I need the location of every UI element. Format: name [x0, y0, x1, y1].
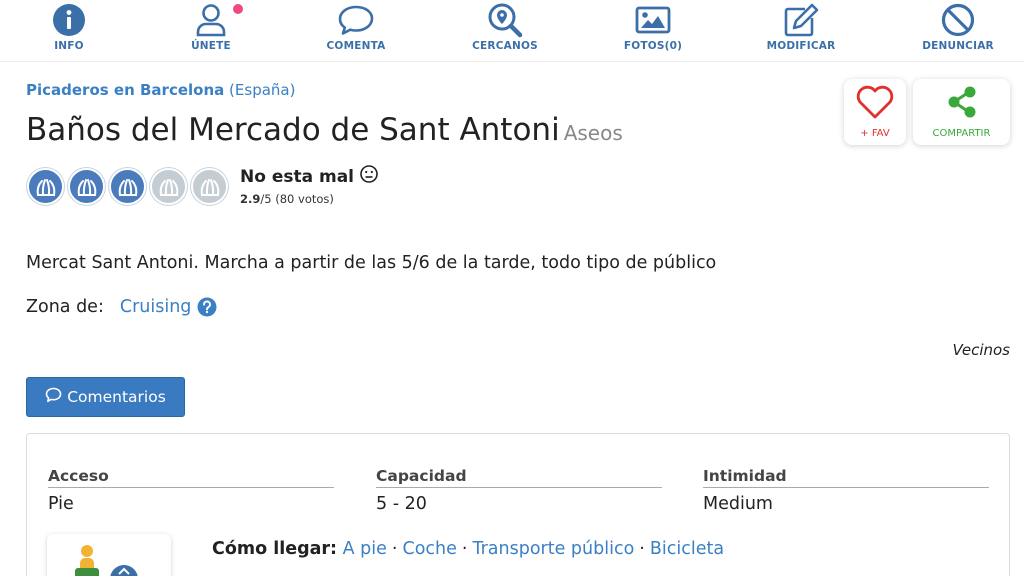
- info-value-intimidad: Medium: [703, 494, 773, 514]
- directions-label: Cómo llegar:: [212, 539, 338, 559]
- user-icon: [195, 0, 227, 40]
- speech-bubble-icon: [338, 0, 374, 40]
- neutral-face-icon: [360, 165, 378, 188]
- search-location-icon: [487, 0, 523, 40]
- comments-button[interactable]: Comentarios: [26, 377, 185, 417]
- edit-icon: [783, 0, 819, 40]
- vecinos-label: Vecinos: [952, 341, 1010, 359]
- info-card: Acceso Pie Capacidad 5 - 20 Intimidad Me…: [26, 433, 1010, 576]
- comment-icon: [45, 387, 62, 407]
- nav-cercanos[interactable]: CERCANOS: [450, 0, 560, 60]
- rating-score: 2.9: [240, 192, 261, 206]
- nav-label: ÚNETE: [191, 40, 231, 52]
- rating-icons[interactable]: [27, 168, 228, 205]
- nav-info[interactable]: INFO: [14, 0, 124, 60]
- nav-label: INFO: [54, 40, 84, 52]
- directions-row: Cómo llegar: A pie · Coche · Transporte públ…: [212, 539, 724, 559]
- image-icon: [635, 0, 671, 40]
- breadcrumb-country: (España): [229, 81, 296, 99]
- place-type: Aseos: [563, 121, 623, 145]
- share-button[interactable]: COMPARTIR: [913, 79, 1010, 145]
- nav-fotos[interactable]: FOTOS(0): [598, 0, 708, 60]
- nav-comenta[interactable]: COMENTA: [301, 0, 411, 60]
- help-icon[interactable]: [197, 297, 217, 317]
- rating-dot-icon[interactable]: [191, 168, 228, 205]
- rating-dot-icon[interactable]: [109, 168, 146, 205]
- directions-bike-link[interactable]: Bicicleta: [650, 539, 724, 559]
- rating-max: /5: [260, 192, 272, 206]
- directions-walk-link[interactable]: A pie: [343, 539, 387, 559]
- breadcrumb-link[interactable]: Picaderos en Barcelona: [26, 81, 224, 99]
- rating-dot-icon[interactable]: [150, 168, 187, 205]
- notification-dot: [233, 4, 243, 14]
- rating-label-text: No esta mal: [240, 166, 355, 187]
- nav-modificar[interactable]: MODIFICAR: [746, 0, 856, 60]
- fav-button[interactable]: + FAV: [844, 79, 906, 145]
- zona-label: Zona de:: [26, 297, 104, 317]
- info-intimidad: Intimidad Medium: [703, 467, 989, 514]
- comments-button-label: Comentarios: [67, 388, 166, 406]
- nav-label: DENUNCIAR: [922, 40, 994, 52]
- fav-label: + FAV: [860, 128, 890, 139]
- share-icon: [945, 85, 979, 124]
- nav-label: COMENTA: [326, 40, 386, 52]
- nav-unete[interactable]: ÚNETE: [156, 0, 266, 60]
- page-title: Baños del Mercado de Sant Antoni Aseos: [26, 112, 623, 148]
- nav-label: CERCANOS: [472, 40, 538, 52]
- rating-dot-icon[interactable]: [68, 168, 105, 205]
- zona-link[interactable]: Cruising: [120, 297, 192, 317]
- separator: ·: [461, 539, 468, 559]
- info-icon: [52, 0, 86, 40]
- separator: ·: [639, 539, 645, 559]
- info-acceso: Acceso Pie: [48, 467, 334, 514]
- separator: ·: [391, 539, 398, 559]
- place-description: Mercat Sant Antoni. Marcha a partir de l…: [26, 253, 717, 273]
- rating-dot-icon[interactable]: [27, 168, 64, 205]
- rating-label: No esta mal: [240, 165, 378, 188]
- zona-row: Zona de: Cruising: [26, 297, 217, 317]
- nav-denunciar[interactable]: DENUNCIAR: [903, 0, 1013, 60]
- info-capacidad: Capacidad 5 - 20: [376, 467, 662, 514]
- info-head-intimidad: Intimidad: [703, 467, 989, 488]
- share-label: COMPARTIR: [932, 128, 991, 139]
- map-thumbnail[interactable]: [47, 534, 171, 576]
- pegman-icon: [75, 545, 138, 576]
- directions-transit-link[interactable]: Transporte público: [472, 539, 634, 559]
- info-head-acceso: Acceso: [48, 467, 334, 488]
- rating-vote-count: (80 votos): [275, 192, 334, 206]
- info-head-capacidad: Capacidad: [376, 467, 662, 488]
- heart-icon: [855, 85, 895, 124]
- nav-label: MODIFICAR: [766, 40, 836, 52]
- ban-icon: [941, 0, 975, 40]
- directions-car-link[interactable]: Coche: [402, 539, 456, 559]
- top-nav: INFO ÚNETE COMENTA CERCANOS FOTOS(0) MOD…: [0, 0, 1024, 62]
- rating-votes: 2.9/5 (80 votos): [240, 192, 378, 206]
- info-value-capacidad: 5 - 20: [376, 494, 427, 514]
- place-title: Baños del Mercado de Sant Antoni: [26, 112, 560, 148]
- rating-summary: No esta mal 2.9/5 (80 votos): [240, 165, 378, 206]
- info-value-acceso: Pie: [48, 494, 74, 514]
- nav-label: FOTOS(0): [623, 40, 683, 52]
- breadcrumb: Picaderos en Barcelona (España): [26, 81, 295, 99]
